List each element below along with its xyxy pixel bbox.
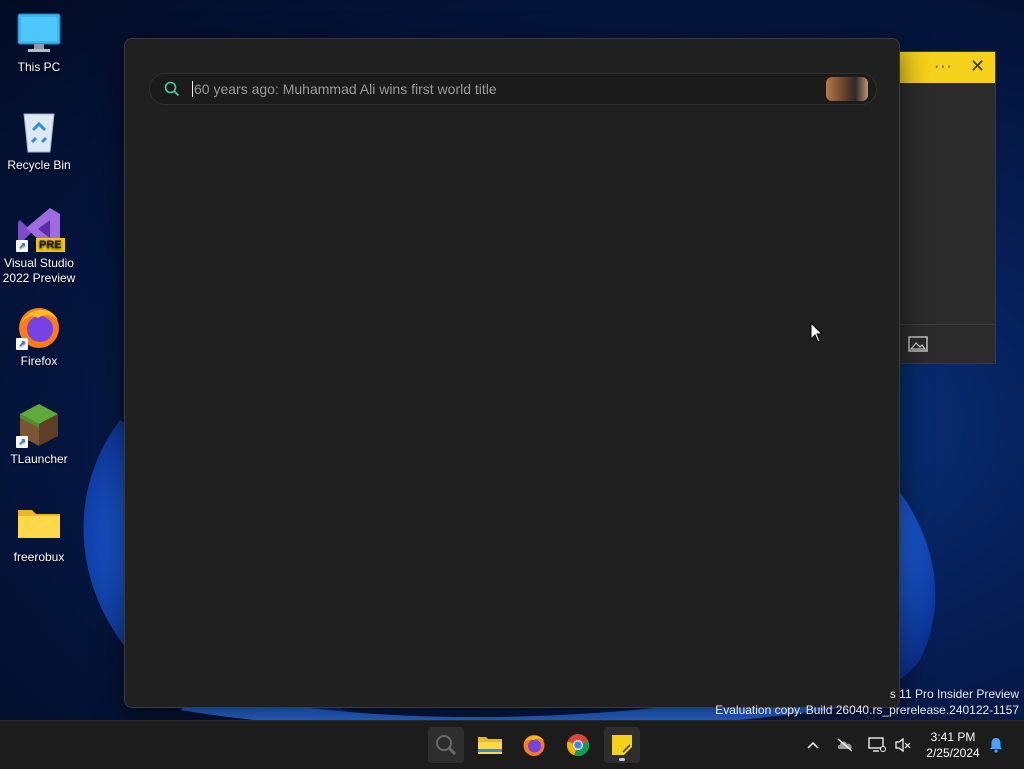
taskbar-sticky-notes-button[interactable] (604, 727, 640, 763)
shortcut-arrow-icon: ↗ (16, 436, 28, 448)
image-icon[interactable] (908, 336, 928, 352)
network-icon (868, 737, 886, 752)
text-caret (192, 81, 193, 97)
taskbar-chrome-button[interactable] (560, 727, 596, 763)
search-input[interactable] (194, 74, 814, 104)
clock-date: 2/25/2024 (926, 746, 980, 760)
folder-icon (478, 737, 502, 754)
onedrive-offline-icon (837, 738, 853, 752)
desktop-icon-this-pc[interactable]: This PC (0, 2, 78, 75)
more-options-icon[interactable]: ··· (934, 58, 953, 76)
desktop-icon-visual-studio[interactable]: PRE ↗ Visual Studio 2022 Preview (0, 198, 78, 286)
desktop-icon-label: Firefox (20, 354, 58, 368)
monitor-icon (16, 10, 62, 56)
taskbar: 3:41 PM 2/25/2024 (0, 720, 1024, 769)
taskbar-clock[interactable]: 3:41 PM 2/25/2024 (918, 729, 988, 761)
running-indicator (619, 758, 625, 761)
network-tray-button[interactable] (866, 721, 888, 769)
windows-watermark: s 11 Pro Insider Preview Evaluation copy… (715, 687, 1019, 717)
search-highlight-image[interactable] (826, 77, 868, 101)
show-hidden-icons-button[interactable] (804, 721, 822, 769)
onedrive-tray-button[interactable] (834, 721, 856, 769)
shortcut-arrow-icon: ↗ (16, 338, 28, 350)
mouse-cursor-icon (810, 322, 824, 343)
sticky-notes-window[interactable]: ··· ✕ (897, 51, 996, 364)
recycle-bin-icon (16, 108, 62, 154)
grass-block-icon: ↗ (16, 402, 62, 448)
volume-tray-button[interactable] (892, 721, 914, 769)
taskbar-search-button[interactable] (428, 727, 464, 763)
chrome-icon (566, 734, 590, 757)
search-icon (164, 81, 180, 97)
search-window (124, 38, 900, 708)
shortcut-arrow-icon: ↗ (16, 240, 28, 252)
sticky-notes-divider (898, 324, 995, 325)
clock-time: 3:41 PM (930, 730, 976, 744)
volume-muted-icon (895, 737, 911, 753)
bell-icon (990, 738, 1002, 753)
sticky-notes-header: ··· ✕ (898, 52, 995, 83)
preview-badge: PRE (36, 238, 65, 252)
desktop-icon-firefox[interactable]: ↗ Firefox (0, 296, 78, 369)
desktop-icon-label: TLauncher (10, 452, 68, 466)
desktop-icon-label: This PC (17, 60, 61, 74)
firefox-icon: ↗ (16, 304, 62, 350)
taskbar-firefox-button[interactable] (516, 727, 552, 763)
visual-studio-preview-icon: PRE ↗ (16, 206, 65, 252)
desktop-icon-label: Recycle Bin (7, 158, 71, 172)
desktop-icon-label: Visual Studio 2022 Preview (2, 256, 76, 285)
chevron-up-icon (807, 741, 819, 749)
firefox-icon (523, 735, 545, 756)
close-icon[interactable]: ✕ (970, 56, 985, 77)
desktop-icon-tlauncher[interactable]: ↗ TLauncher (0, 394, 78, 467)
desktop-icon-freerobux[interactable]: freerobux (0, 492, 78, 565)
search-icon (436, 735, 457, 756)
taskbar-file-explorer-button[interactable] (472, 727, 508, 763)
folder-icon (16, 500, 62, 546)
search-box[interactable] (149, 73, 877, 105)
desktop-icon-recycle-bin[interactable]: Recycle Bin (0, 100, 78, 173)
desktop-icon-label: freerobux (13, 550, 65, 564)
sticky-notes-icon (612, 735, 632, 755)
notifications-button[interactable] (986, 721, 1006, 769)
